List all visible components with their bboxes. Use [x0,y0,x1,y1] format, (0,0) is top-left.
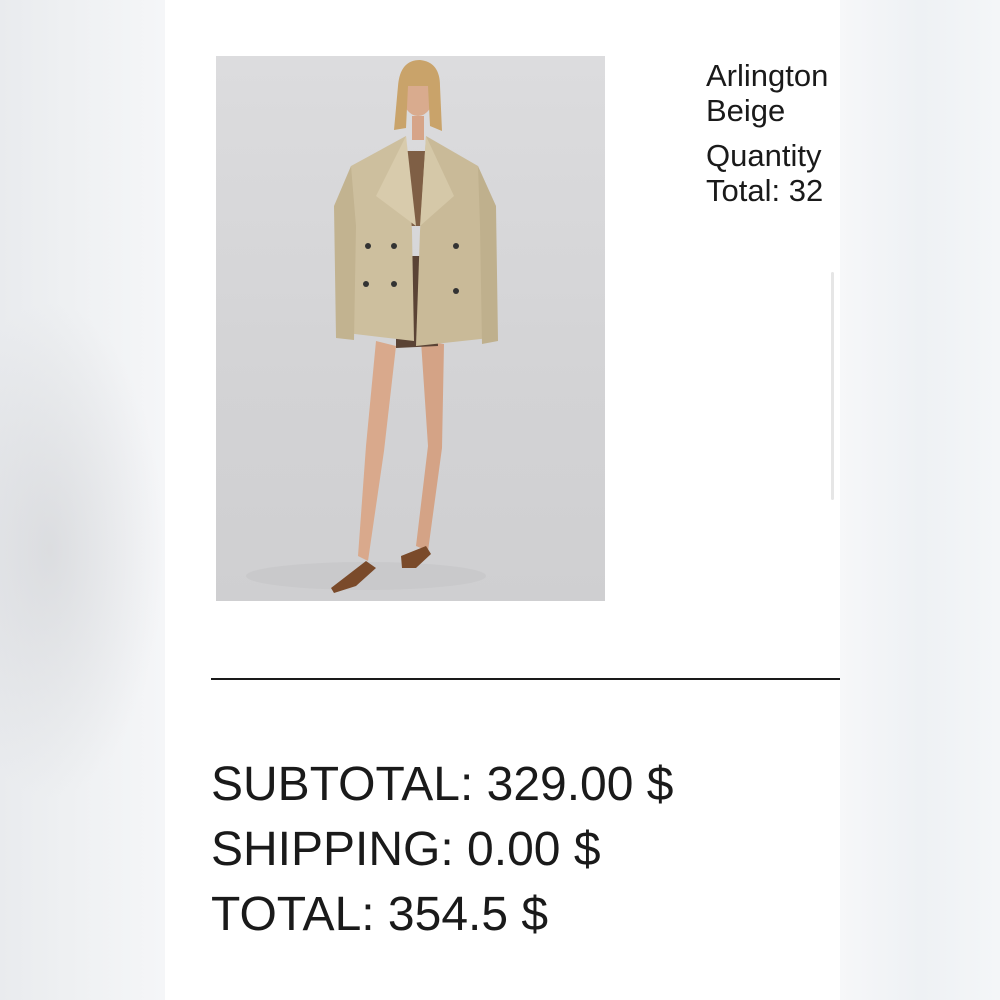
blurred-background-right [840,0,1000,1000]
product-color: Beige [706,93,786,128]
shipping-line: SHIPPING: 0.00 $ [211,823,601,876]
product-line-total: Total: 32 [706,173,824,208]
screenshot-frame: Arlington Beige Quantity Total: 32 SUBTO… [0,0,1000,1000]
product-details: Arlington Beige Quantity Total: 32 [706,58,840,208]
blurred-background-left [0,0,165,1000]
scrollbar[interactable] [831,272,834,500]
subtotal-line: SUBTOTAL: 329.00 $ [211,758,674,811]
product-image[interactable] [216,56,605,601]
order-totals: SUBTOTAL: 329.00 $ SHIPPING: 0.00 $ TOTA… [211,752,673,947]
total-line: TOTAL: 354.5 $ [211,888,549,941]
product-quantity: Quantity [706,138,822,173]
divider [211,678,840,680]
product-name[interactable]: Arlington [706,58,840,93]
order-summary-page: Arlington Beige Quantity Total: 32 SUBTO… [165,0,840,1000]
product-photo-illustration [246,60,498,593]
